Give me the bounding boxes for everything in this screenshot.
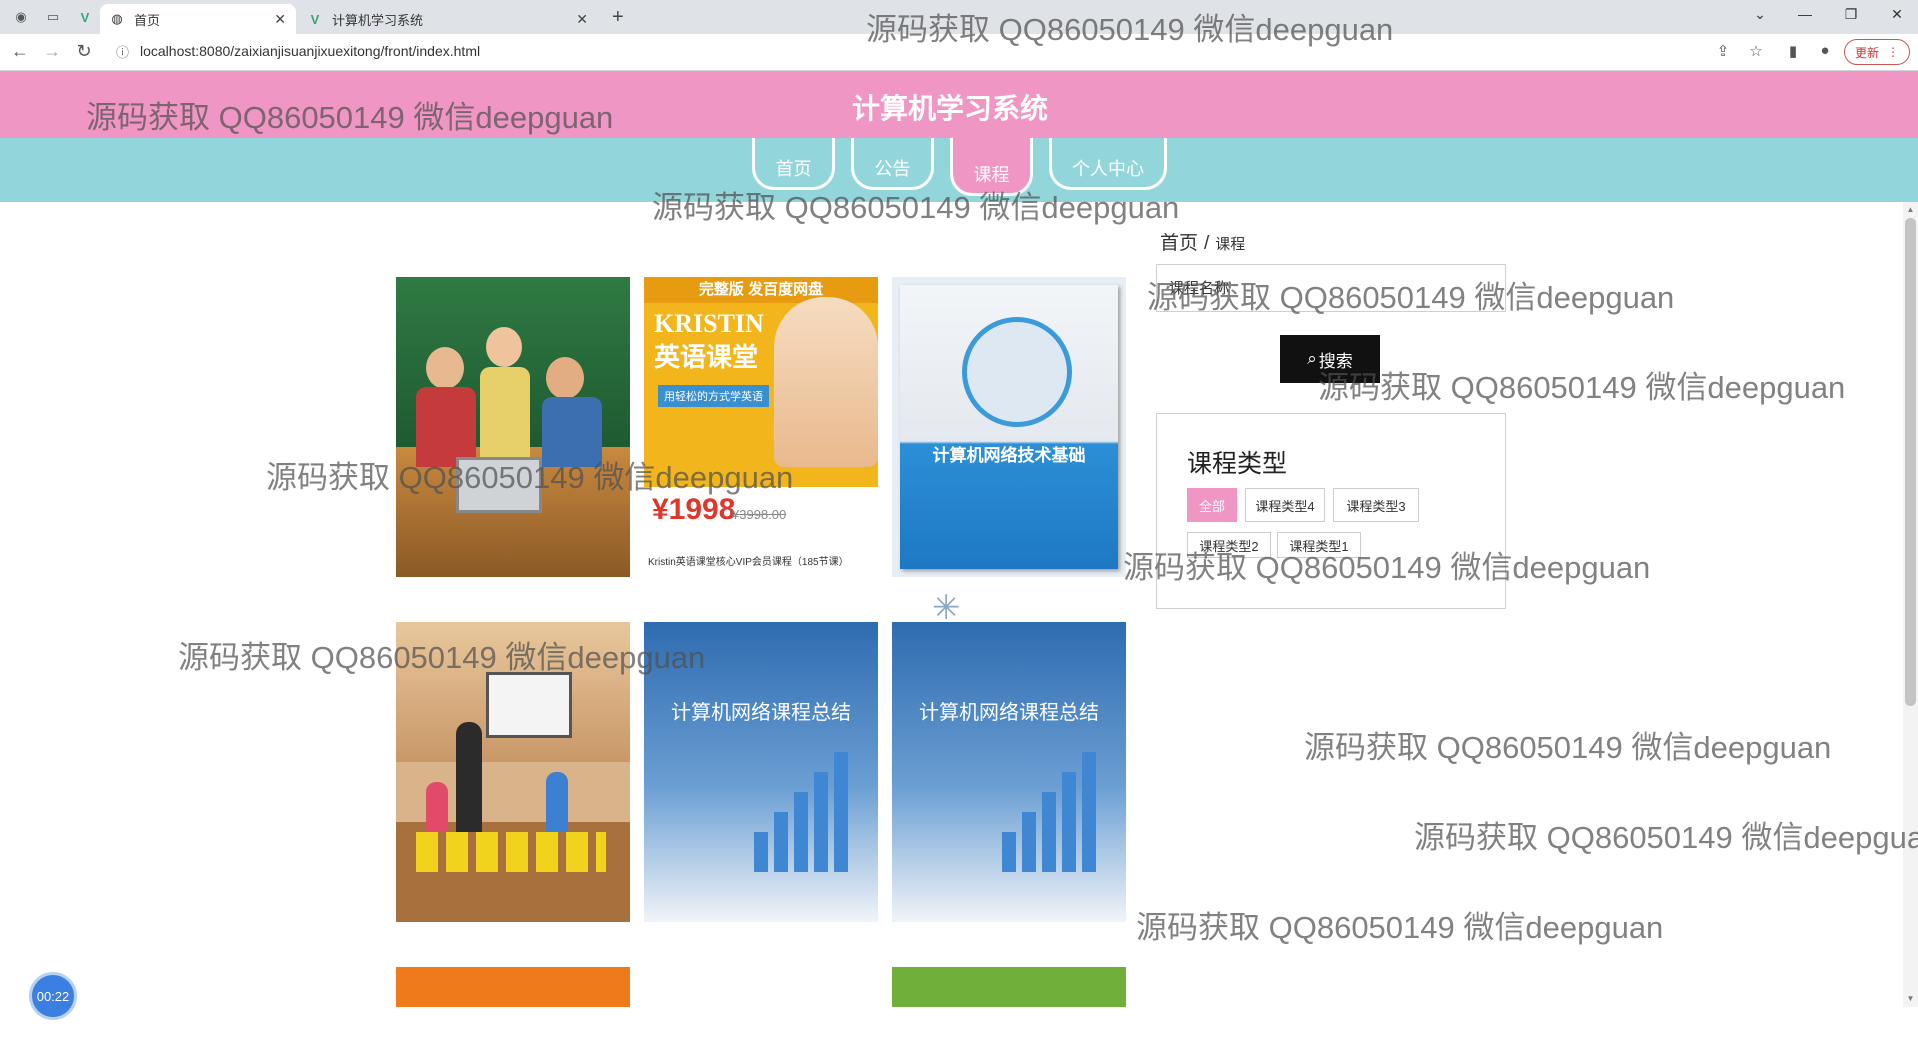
child-body (480, 367, 530, 457)
forward-icon[interactable]: → (40, 41, 64, 62)
minimize-button[interactable]: — (1790, 6, 1820, 22)
info-icon[interactable]: ⓘ (116, 42, 129, 61)
course-card[interactable] (396, 622, 630, 922)
breadcrumb-separator: / (1204, 233, 1210, 254)
tab-close-icon[interactable]: ✕ (576, 11, 588, 28)
course-card[interactable]: 计算机网络课程总结 (644, 622, 878, 922)
site-header: 计算机学习系统 (0, 71, 1918, 138)
watermark: 源码获取 QQ86050149 微信deepguan (1136, 910, 1664, 945)
browser-tab-active[interactable]: ◍ 首页 ✕ (100, 4, 296, 34)
laptop-shape (456, 457, 542, 513)
search-icon: ⌕ (1307, 349, 1317, 368)
type-filter-4[interactable]: 课程类型4 (1245, 488, 1325, 522)
close-window-button[interactable]: ✕ (1882, 6, 1912, 23)
breadcrumb-home[interactable]: 首页 (1160, 233, 1198, 254)
scrollbar-thumb[interactable] (1905, 218, 1916, 706)
update-button[interactable]: 更新 ⋮ (1844, 39, 1910, 65)
course-card[interactable] (892, 967, 1126, 1007)
child-body (542, 397, 602, 467)
reload-icon[interactable]: ↻ (72, 41, 96, 62)
book-title: 计算机网络技术基础 (932, 446, 1086, 465)
bar-graphic (1042, 792, 1056, 872)
scroll-up-icon[interactable]: ▲ (1903, 205, 1918, 214)
type-filter-all[interactable]: 全部 (1187, 488, 1237, 522)
bar-graphic (1022, 812, 1036, 872)
nav-home[interactable]: 首页 (752, 138, 835, 190)
bookmark-star-icon[interactable]: ☆ (1745, 42, 1767, 60)
child-shape (426, 782, 448, 832)
bar-graphic (774, 812, 788, 872)
share-icon[interactable]: ⇪ (1712, 42, 1734, 60)
teacher-shape (456, 722, 482, 832)
type-filter-2[interactable]: 课程类型2 (1187, 532, 1271, 558)
back-icon[interactable]: ← (8, 41, 32, 62)
course-type-panel: 课程类型 全部 课程类型4 课程类型3 课程类型2 课程类型1 (1156, 413, 1506, 609)
watermark: 源码获取 QQ86050149 微信deepguan (1304, 730, 1832, 765)
breadcrumb: 首页 / 课程 (1160, 228, 1245, 255)
pinned-tab-icon[interactable]: ◉ (6, 6, 36, 28)
course-type-title: 课程类型 (1187, 450, 1288, 478)
bar-graphic (794, 792, 808, 872)
child-body (416, 387, 476, 467)
woman-photo-shape (774, 297, 878, 467)
nav-notice[interactable]: 公告 (851, 138, 934, 190)
bar-graphic (834, 752, 848, 872)
url-field[interactable]: localhost:8080/zaixianjisuanjixuexitong/… (140, 43, 480, 59)
slide-title: 计算机网络课程总结 (919, 702, 1099, 724)
nav-personal-center[interactable]: 个人中心 (1049, 138, 1167, 190)
whiteboard-shape (486, 672, 572, 738)
bar-graphic (1082, 752, 1096, 872)
course-card[interactable] (396, 277, 630, 577)
course-name-search-input[interactable] (1156, 264, 1506, 312)
breadcrumb-current: 课程 (1215, 236, 1246, 253)
course-card[interactable]: 完整版 发百度网盘 KRISTIN 英语课堂 用轻松的方式学英语 ¥1998 ¥… (644, 277, 878, 577)
loading-spinner-icon: ✳ (932, 589, 961, 627)
globe-icon: ◍ (111, 11, 123, 26)
address-bar: ← → ↻ ⓘ localhost:8080/zaixianjisuanjixu… (0, 34, 1918, 71)
child-head (486, 327, 522, 367)
price: ¥1998 (652, 493, 736, 526)
side-panel-icon[interactable]: ▮ (1782, 42, 1804, 60)
old-price: ¥3998.00 (732, 507, 787, 522)
search-button[interactable]: ⌕ 搜索 (1280, 335, 1380, 383)
watermark: 源码获取 QQ86050149 微信deepguan (1414, 820, 1918, 855)
type-filter-3[interactable]: 课程类型3 (1333, 488, 1419, 522)
child-head (426, 347, 464, 389)
tab-title: 计算机学习系统 (332, 12, 424, 28)
child-shape (546, 772, 568, 832)
poster-caption: Kristin英语课堂核心VIP会员课程（185节课） (648, 557, 849, 568)
tab-close-icon[interactable]: ✕ (274, 11, 286, 28)
main-nav: 首页 公告 课程 个人中心 (0, 138, 1918, 202)
new-tab-button[interactable]: + (612, 6, 624, 28)
restore-button[interactable]: ❐ (1836, 6, 1866, 23)
course-card[interactable]: 计算机网络技术基础 (892, 277, 1126, 577)
pinned-tab-vue[interactable]: V (70, 6, 100, 28)
pinned-tab-blank[interactable]: ▭ (38, 6, 68, 28)
browser-tab[interactable]: V 计算机学习系统 ✕ (298, 4, 598, 34)
course-card[interactable] (396, 967, 630, 1007)
nav-courses[interactable]: 课程 (950, 138, 1033, 196)
bar-graphic (814, 772, 828, 872)
tab-search-icon[interactable]: ⌄ (1745, 6, 1775, 23)
watermark: 源码获取 QQ86050149 微信deepguan (1318, 370, 1846, 405)
scroll-down-icon[interactable]: ▼ (1903, 994, 1918, 1003)
bar-graphic (1002, 832, 1016, 872)
book-circle-graphic (962, 317, 1072, 427)
poster-title: KRISTIN 英语课堂 (654, 309, 764, 372)
chairs-shape (416, 832, 606, 872)
bar-graphic (754, 832, 768, 872)
slide-title: 计算机网络课程总结 (671, 702, 851, 724)
course-card[interactable]: 计算机网络课程总结 (892, 622, 1126, 922)
type-filter-1[interactable]: 课程类型1 (1277, 532, 1361, 558)
poster-subtitle: 用轻松的方式学英语 (658, 385, 769, 407)
vue-logo-icon: V (310, 11, 320, 27)
browser-tab-strip: ◉ ▭ V ◍ 首页 ✕ V 计算机学习系统 ✕ + ⌄ — ❐ ✕ (0, 0, 1918, 34)
bar-graphic (1062, 772, 1076, 872)
site-title: 计算机学习系统 (851, 93, 1048, 124)
recording-timer[interactable]: 00:22 (29, 972, 77, 1020)
tab-title: 首页 (134, 12, 161, 28)
child-head (546, 357, 584, 399)
profile-icon[interactable]: ● (1814, 42, 1836, 59)
